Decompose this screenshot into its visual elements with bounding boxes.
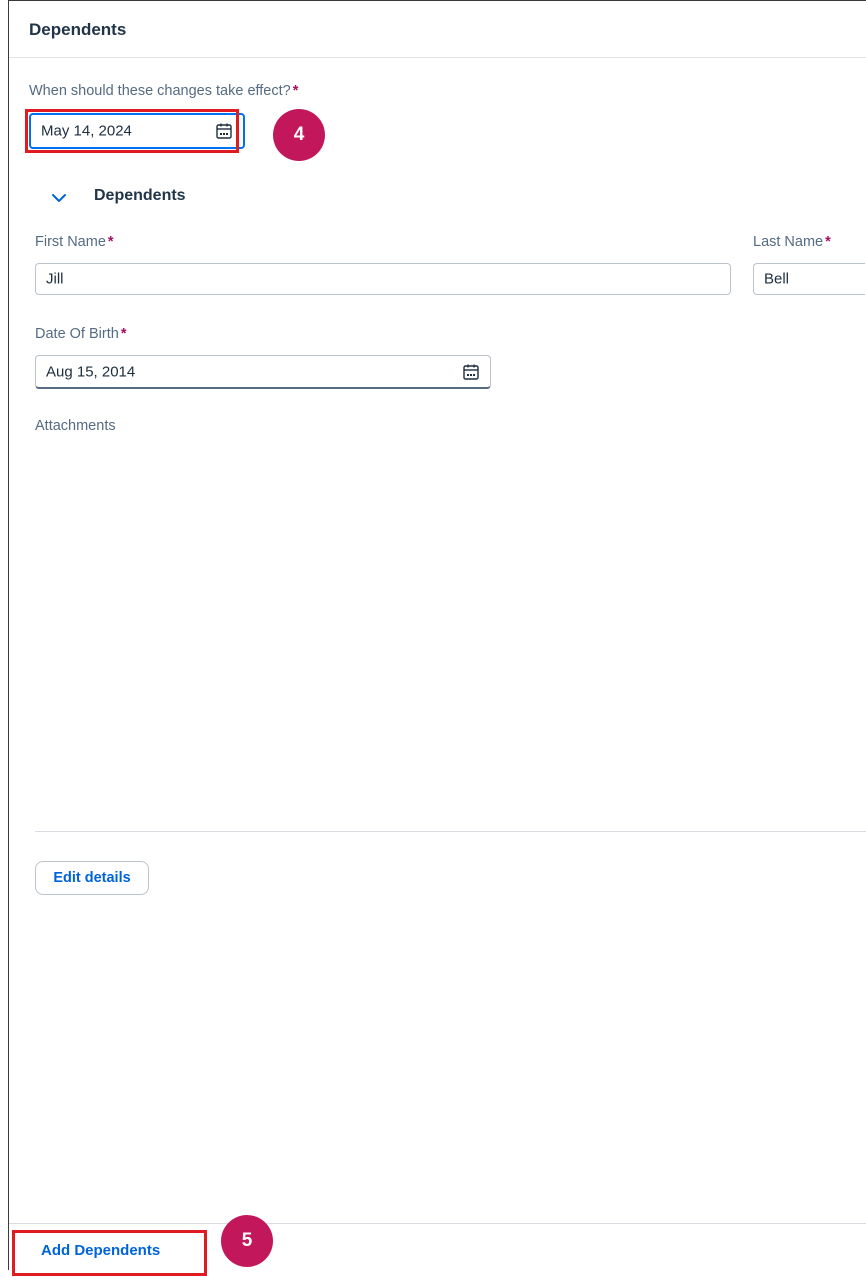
calendar-icon[interactable] — [215, 122, 233, 140]
panel-header: Dependents — [9, 1, 866, 58]
first-name-label: First Name * — [35, 234, 114, 250]
first-name-field[interactable]: Jill — [35, 263, 731, 295]
dob-label-text: Date Of Birth — [35, 326, 119, 342]
first-name-value: Jill — [46, 270, 64, 288]
edit-details-button[interactable]: Edit details — [35, 861, 149, 895]
required-indicator: * — [120, 326, 127, 342]
first-name-label-text: First Name — [35, 234, 106, 250]
step-4-badge: 4 — [273, 109, 325, 161]
step-5-badge: 5 — [221, 1215, 273, 1267]
dob-field[interactable]: Aug 15, 2014 — [35, 355, 491, 389]
dob-value: Aug 15, 2014 — [46, 363, 136, 380]
calendar-icon[interactable] — [462, 363, 480, 381]
page-title: Dependents — [29, 20, 127, 39]
section-title-dependents: Dependents — [94, 187, 186, 204]
effective-date-value: May 14, 2024 — [41, 122, 132, 140]
required-indicator: * — [825, 234, 831, 250]
dependents-panel: Dependents When should these changes tak… — [8, 0, 866, 1276]
last-name-label-text: Last Name — [753, 234, 824, 250]
divider — [35, 831, 866, 832]
last-name-field[interactable]: Bell — [753, 263, 865, 295]
dob-label: Date Of Birth * — [35, 326, 126, 342]
effective-date-label: When should these changes take effect? * — [29, 83, 298, 99]
attachments-label: Attachments — [35, 418, 116, 434]
required-indicator: * — [107, 234, 114, 250]
required-indicator: * — [292, 83, 299, 99]
effective-date-label-text: When should these changes take effect? — [29, 83, 291, 99]
last-name-label: Last Name * — [753, 234, 831, 250]
effective-date-field[interactable]: May 14, 2024 — [29, 113, 245, 149]
chevron-down-icon[interactable] — [49, 188, 69, 208]
add-dependents-button[interactable]: Add Dependents — [41, 1242, 160, 1259]
last-name-value: Bell — [764, 270, 790, 288]
